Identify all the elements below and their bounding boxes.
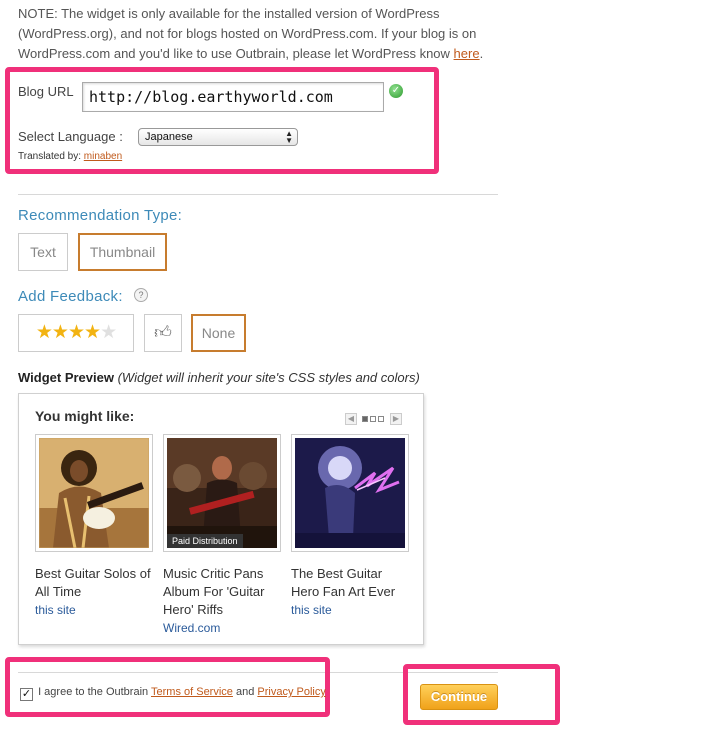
pager-dot[interactable]: [370, 416, 377, 422]
language-select-value: Japanese: [145, 131, 193, 143]
thumbs-up-icon: 👍︎: [154, 323, 172, 342]
pager-dot[interactable]: [378, 416, 385, 422]
card-title[interactable]: The Best Guitar Hero Fan Art Ever: [291, 565, 411, 601]
card-thumbnail[interactable]: [35, 434, 153, 552]
card-source[interactable]: this site: [35, 601, 155, 619]
option-thumbnail[interactable]: Thumbnail: [78, 233, 167, 271]
select-arrows-icon: ▲ ▼: [285, 129, 293, 145]
widget-preview-heading: Widget Preview: [18, 370, 114, 385]
pager-next-icon[interactable]: ▶: [389, 413, 402, 425]
pager-prev-icon[interactable]: ◀: [345, 413, 357, 425]
widget-pager: ◀ ▶: [345, 413, 402, 425]
note-end: .: [479, 46, 484, 61]
star-icon: ★: [67, 322, 85, 343]
paid-distribution-badge: Paid Distribution: [167, 534, 243, 548]
card-source[interactable]: this site: [291, 601, 411, 619]
star-half-icon: ★: [100, 322, 117, 343]
feedback-option-stars[interactable]: ★★★★★: [18, 314, 134, 352]
blog-url-input[interactable]: [82, 82, 384, 112]
you-might-like-heading: You might like:: [35, 408, 135, 424]
privacy-policy-link[interactable]: Privacy Policy: [257, 686, 325, 698]
select-language-label: Select Language :: [18, 129, 123, 144]
widget-note: NOTE: The widget is only available for t…: [18, 4, 508, 64]
agree-and-text: and: [232, 686, 258, 698]
star-icon: ★: [35, 322, 53, 343]
note-text: NOTE: The widget is only available for t…: [18, 6, 477, 61]
card-source[interactable]: Wired.com: [163, 619, 283, 637]
guitarist-photo: [39, 438, 149, 548]
checkmark-icon: ✓: [389, 84, 403, 98]
add-feedback-title: Add Feedback:: [18, 288, 123, 305]
agree-checkbox[interactable]: ✓: [20, 688, 33, 701]
continue-button[interactable]: Continue: [420, 684, 498, 710]
recommendation-type-title: Recommendation Type:: [18, 207, 183, 224]
recommendation-card[interactable]: Paid Distribution Music Critic Pans Albu…: [163, 434, 283, 637]
wordpress-here-link[interactable]: here: [454, 46, 480, 61]
recommendation-card[interactable]: Best Guitar Solos of All Time this site: [35, 434, 155, 619]
recommendation-card[interactable]: The Best Guitar Hero Fan Art Ever this s…: [291, 434, 411, 619]
terms-agreement: ✓ I agree to the Outbrain Terms of Servi…: [20, 686, 326, 701]
card-title[interactable]: Best Guitar Solos of All Time: [35, 565, 155, 601]
terms-of-service-link[interactable]: Terms of Service: [151, 686, 233, 698]
translator-link[interactable]: minaben: [84, 151, 122, 162]
star-icon: ★: [51, 322, 69, 343]
feedback-option-none[interactable]: None: [191, 314, 246, 352]
feedback-option-thumbs[interactable]: 👍︎: [144, 314, 182, 352]
blog-url-label: Blog URL: [18, 84, 74, 99]
card-title[interactable]: Music Critic Pans Album For 'Guitar Hero…: [163, 565, 283, 619]
option-text[interactable]: Text: [18, 233, 68, 271]
language-select[interactable]: Japanese ▲ ▼: [138, 128, 298, 146]
card-thumbnail[interactable]: [291, 434, 409, 552]
pager-dot[interactable]: [362, 416, 369, 422]
agree-text: I agree to the Outbrain: [38, 686, 151, 698]
widget-preview-title: Widget Preview (Widget will inherit your…: [18, 370, 420, 385]
help-icon[interactable]: ?: [134, 288, 148, 302]
guitar-hero-image: [167, 438, 277, 548]
fan-art-image: [295, 438, 405, 548]
card-thumbnail[interactable]: Paid Distribution: [163, 434, 281, 552]
widget-preview-box: You might like: ◀ ▶ Best Guitar Solos of…: [18, 393, 424, 645]
translated-by: Translated by: minaben: [18, 151, 122, 162]
widget-preview-subtitle: (Widget will inherit your site's CSS sty…: [117, 370, 420, 385]
divider: [18, 194, 498, 195]
translated-by-label: Translated by:: [18, 151, 84, 162]
star-icon: ★: [84, 322, 101, 343]
